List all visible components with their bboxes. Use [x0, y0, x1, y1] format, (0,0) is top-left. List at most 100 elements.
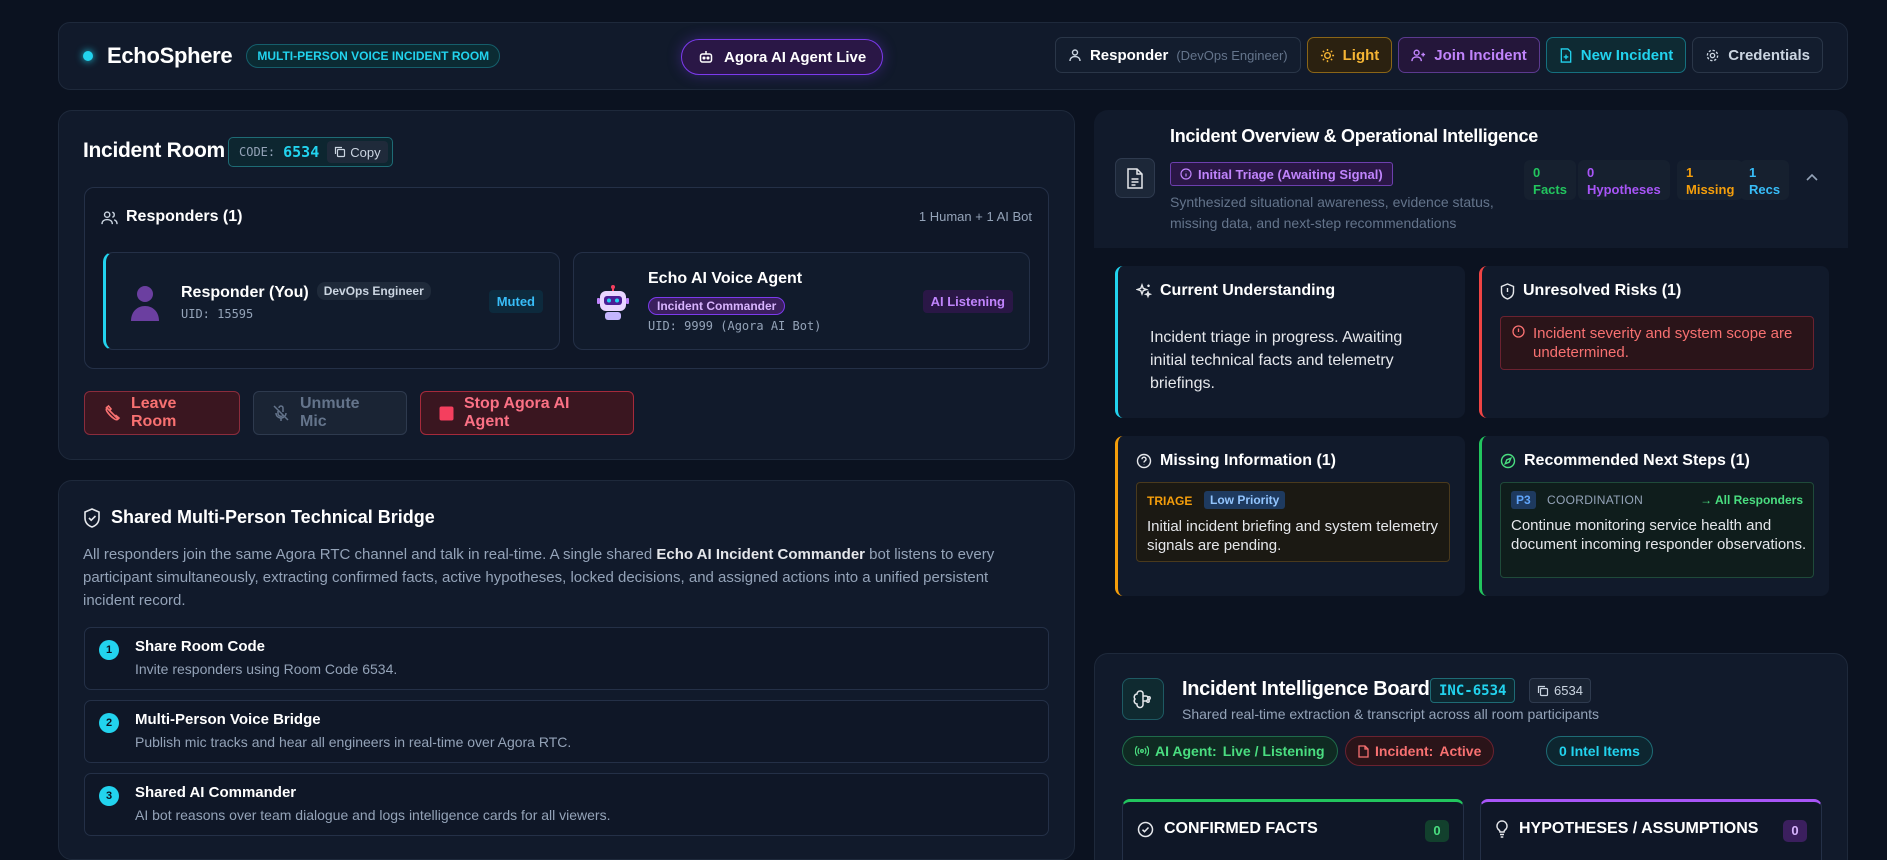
- overview-description: Synthesized situational awareness, evide…: [1170, 194, 1494, 231]
- broadcast-icon: [1135, 745, 1149, 757]
- robot-avatar-icon: [596, 285, 630, 321]
- missing-priority-badge: Low Priority: [1204, 491, 1286, 509]
- agent-live-button[interactable]: Agora AI Agent Live: [681, 39, 884, 75]
- responders-section: Responders (1) 1 Human + 1 AI Bot Respon…: [84, 187, 1049, 369]
- stat-facts: 0 Facts: [1524, 160, 1576, 200]
- lightbulb-icon: [1495, 820, 1509, 838]
- file-icon: [1358, 744, 1369, 758]
- stop-square-icon: [439, 406, 454, 421]
- technical-bridge-panel: Shared Multi-Person Technical Bridge All…: [58, 480, 1075, 860]
- board-subtitle: Shared real-time extraction & transcript…: [1182, 706, 1600, 722]
- stat-missing: 1 Missing: [1677, 160, 1744, 200]
- triage-status-text: Initial Triage (Awaiting Signal): [1198, 166, 1383, 182]
- recs-header: Recommended Next Steps (1): [1500, 452, 1750, 470]
- header-actions: Responder (DevOps Engineer) Light Join I…: [1054, 37, 1823, 73]
- bridge-step: 1 Share Room Code Invite responders usin…: [84, 627, 1049, 690]
- facts-header: CONFIRMED FACTS: [1137, 820, 1318, 838]
- mic-off-icon: [272, 404, 290, 422]
- new-incident-label: New Incident: [1580, 46, 1674, 64]
- agent-live-label: Agora AI Agent Live: [724, 48, 867, 66]
- intelligence-board-panel: Incident Intelligence Board INC-6534 653…: [1094, 653, 1848, 860]
- new-incident-button[interactable]: New Incident: [1545, 37, 1687, 73]
- join-incident-button[interactable]: Join Incident: [1398, 37, 1540, 73]
- leave-room-button[interactable]: Leave Room: [84, 391, 240, 435]
- app-root: EchoSphere MULTI-PERSON VOICE INCIDENT R…: [0, 0, 1887, 860]
- chevron-up-icon[interactable]: [1805, 172, 1819, 182]
- incident-room-panel: Incident Room CODE: 6534 Copy Responders…: [58, 110, 1075, 460]
- confirmed-facts-column: CONFIRMED FACTS 0: [1122, 799, 1464, 860]
- credentials-button[interactable]: Credentials: [1692, 37, 1823, 73]
- risks-title: Unresolved Risks (1): [1523, 282, 1682, 299]
- incident-room-title: Incident Room: [83, 139, 225, 162]
- brain-icon: [1122, 678, 1164, 720]
- bridge-step: 3 Shared AI Commander AI bot reasons ove…: [84, 773, 1049, 836]
- understanding-header: Current Understanding: [1136, 282, 1335, 300]
- responders-header: Responders (1): [101, 208, 242, 226]
- incident-status-pill: Incident: Active: [1345, 736, 1495, 766]
- bot-role: Incident Commander: [648, 297, 786, 315]
- missing-header: Missing Information (1): [1136, 452, 1336, 470]
- understanding-title: Current Understanding: [1160, 282, 1336, 299]
- file-plus-icon: [1559, 47, 1573, 63]
- board-title: Incident Intelligence Board: [1182, 678, 1430, 700]
- recommended-steps-card: Recommended Next Steps (1) P3 COORDINATI…: [1479, 436, 1829, 596]
- bot-uid: UID: 9999 (Agora AI Bot): [648, 319, 822, 333]
- incident-commander-chip: Incident Commander: [648, 297, 786, 315]
- facts-title: CONFIRMED FACTS: [1164, 820, 1318, 837]
- triage-status-badge: Initial Triage (Awaiting Signal): [1170, 162, 1393, 186]
- missing-category-tag: TRIAGE: [1147, 494, 1193, 508]
- unmute-mic-button[interactable]: Unmute Mic: [253, 391, 407, 435]
- incident-overview-panel: Incident Overview & Operational Intellig…: [1094, 110, 1848, 600]
- leave-room-label: Leave Room: [131, 395, 177, 430]
- room-code-value: 6534: [283, 143, 320, 161]
- rec-text: Continue monitoring service health and d…: [1511, 517, 1807, 553]
- stat-hypotheses: 0 Hypotheses: [1578, 160, 1670, 200]
- intel-items-pill: 0 Intel Items: [1546, 736, 1653, 766]
- unmute-mic-label: Unmute Mic: [300, 395, 360, 430]
- user-role: (DevOps Engineer): [1176, 47, 1288, 63]
- sparkles-icon: [1136, 283, 1152, 299]
- shield-alert-icon: [1500, 282, 1515, 300]
- hypotheses-count-badge: 0: [1783, 820, 1807, 842]
- responder-role-chip: DevOps Engineer: [316, 282, 431, 300]
- missing-information-card: Missing Information (1) TRIAGE Low Prior…: [1115, 436, 1465, 596]
- current-understanding-card: Current Understanding Incident triage in…: [1115, 266, 1465, 418]
- step-number: 2: [99, 713, 119, 733]
- step-number: 3: [99, 786, 119, 806]
- hypotheses-header: HYPOTHESES / ASSUMPTIONS: [1495, 820, 1758, 838]
- step-title: Multi-Person Voice Bridge: [135, 711, 321, 728]
- responder-uid: UID: 15595: [181, 307, 254, 321]
- missing-item: TRIAGE Low Priority Initial incident bri…: [1136, 482, 1450, 562]
- room-type-badge: MULTI-PERSON VOICE INCIDENT ROOM: [246, 44, 501, 68]
- users-icon: [101, 210, 118, 225]
- bridge-description: All responders join the same Agora RTC c…: [83, 546, 995, 609]
- help-circle-icon: [1136, 453, 1152, 469]
- incident-id-chip: INC-6534: [1430, 678, 1516, 703]
- ai-agent-label: AI Agent:: [1155, 743, 1217, 759]
- responder-card-bot: Echo AI Voice Agent Incident Commander U…: [573, 252, 1030, 350]
- responder-card-you: Responder (You) DevOps Engineer UID: 1559…: [103, 252, 560, 350]
- user-profile-button[interactable]: Responder (DevOps Engineer): [1054, 37, 1301, 73]
- responders-summary: 1 Human + 1 AI Bot: [918, 209, 1032, 224]
- incident-status-label: Incident:: [1375, 743, 1434, 759]
- overview-header[interactable]: Incident Overview & Operational Intellig…: [1094, 110, 1848, 248]
- robot-icon: [698, 49, 714, 65]
- recommendation-item: P3 COORDINATION → All Responders Continu…: [1500, 482, 1814, 578]
- rec-category: COORDINATION: [1547, 493, 1644, 507]
- theme-toggle-button[interactable]: Light: [1306, 37, 1393, 73]
- bridge-desc-highlight: Echo AI Incident Commander: [656, 546, 866, 563]
- brand-name: EchoSphere: [107, 43, 233, 68]
- step-number: 1: [99, 640, 119, 660]
- board-code-chip[interactable]: 6534: [1529, 678, 1591, 703]
- ai-agent-status-pill: AI Agent: Live / Listening: [1122, 736, 1338, 766]
- rec-priority-badge: P3: [1511, 491, 1536, 509]
- stop-agent-button[interactable]: Stop Agora AI Agent: [420, 391, 634, 435]
- user-name: Responder: [1089, 46, 1169, 64]
- copy-code-button[interactable]: Copy: [327, 141, 388, 163]
- overview-title: Incident Overview & Operational Intellig…: [1170, 126, 1538, 146]
- top-header: EchoSphere MULTI-PERSON VOICE INCIDENT R…: [58, 22, 1848, 90]
- responder-name: Responder (You) DevOps Engineer: [181, 282, 431, 302]
- phone-off-icon: [103, 404, 121, 422]
- person-avatar-icon: [128, 283, 162, 321]
- unresolved-risks-card: Unresolved Risks (1) Incident severity a…: [1479, 266, 1829, 418]
